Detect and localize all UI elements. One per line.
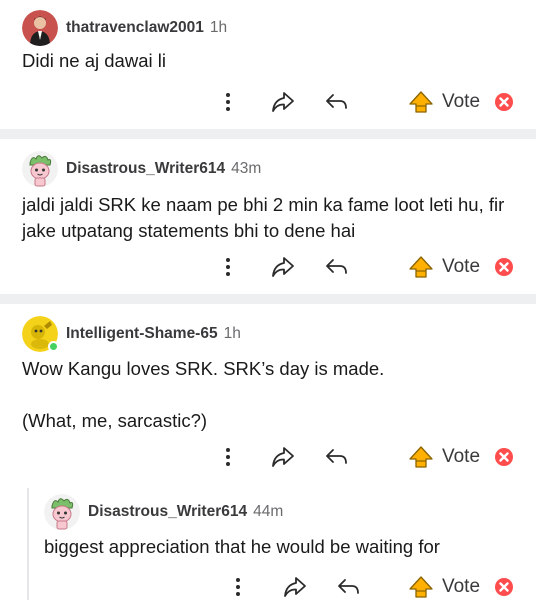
vote-button[interactable]: Vote [404,87,484,117]
vote-label: Vote [441,576,481,597]
comment-2: Disastrous_Writer614 43m jaldi jaldi SRK… [0,139,536,294]
close-button[interactable] [492,572,516,600]
share-icon [272,92,294,112]
close-icon [495,93,513,111]
avatar[interactable] [44,494,80,530]
vote-button[interactable]: Vote [404,442,484,472]
vote-button[interactable]: Vote [404,572,484,600]
avatar-image [22,151,58,187]
avatar[interactable] [22,10,58,46]
upvote-icon [409,256,433,278]
reply-button[interactable] [322,252,352,282]
reply-icon [338,579,359,594]
more-button[interactable] [228,572,248,600]
close-icon [495,578,513,596]
close-icon [495,258,513,276]
comment-1: thatravenclaw2001 1h Didi ne aj dawai li… [0,0,536,130]
share-button[interactable] [268,252,298,282]
comment-body: Wow Kangu loves SRK. SRK’s day is made. … [22,358,385,431]
more-icon [226,258,230,276]
avatar-image [22,10,58,46]
avatar[interactable] [22,151,58,187]
username[interactable]: thatravenclaw2001 [66,19,204,37]
vote-button[interactable]: Vote [404,252,484,282]
share-button[interactable] [268,87,298,117]
close-button[interactable] [492,252,516,282]
username[interactable]: Disastrous_Writer614 [66,160,225,178]
vote-label: Vote [441,256,481,277]
comment-actions: Vote [0,87,536,117]
close-icon [495,448,513,466]
upvote-icon [409,576,433,598]
more-button[interactable] [218,252,238,282]
timestamp: 44m [253,503,284,520]
comment-actions: Vote [0,252,536,282]
reply-button[interactable] [322,442,352,472]
reply-button[interactable] [322,87,352,117]
timestamp: 1h [209,19,228,36]
more-icon [226,93,230,111]
avatar-image [44,494,80,530]
upvote-icon [409,446,433,468]
comment-separator [0,294,536,304]
comment-separator [0,129,536,139]
comment-actions: Vote [0,572,536,600]
comment-header: Intelligent-Shame-65 1h [22,316,241,352]
reply-button[interactable] [334,572,364,600]
comment-actions: Vote [0,442,536,472]
upvote-icon [409,91,433,113]
username[interactable]: Intelligent-Shame-65 [66,325,218,343]
vote-label: Vote [441,91,481,112]
share-icon [272,447,294,467]
comment-3: Intelligent-Shame-65 1h Wow Kangu loves … [0,304,536,484]
more-icon [226,448,230,466]
comment-4-reply: Disastrous_Writer614 44m biggest appreci… [0,484,536,600]
comment-header: Disastrous_Writer614 44m [44,494,283,530]
comment-header: thatravenclaw2001 1h [22,10,227,46]
comment-body: biggest appreciation that he would be wa… [44,536,440,557]
share-icon [272,257,294,277]
vote-label: Vote [441,446,481,467]
close-button[interactable] [492,87,516,117]
share-button[interactable] [280,572,310,600]
more-button[interactable] [218,442,238,472]
share-icon [284,577,306,597]
comment-header: Disastrous_Writer614 43m [22,151,261,187]
reply-icon [326,94,347,109]
share-button[interactable] [268,442,298,472]
timestamp: 43m [231,160,262,177]
comment-body: jaldi jaldi SRK ke naam pe bhi 2 min ka … [22,194,505,241]
reply-icon [326,259,347,274]
timestamp: 1h [223,325,241,342]
reply-icon [326,449,347,464]
avatar[interactable] [22,316,59,352]
more-icon [236,578,240,596]
username[interactable]: Disastrous_Writer614 [88,503,247,521]
comment-body: Didi ne aj dawai li [22,50,166,71]
close-button[interactable] [492,442,516,472]
more-button[interactable] [218,87,238,117]
online-indicator [48,341,59,352]
